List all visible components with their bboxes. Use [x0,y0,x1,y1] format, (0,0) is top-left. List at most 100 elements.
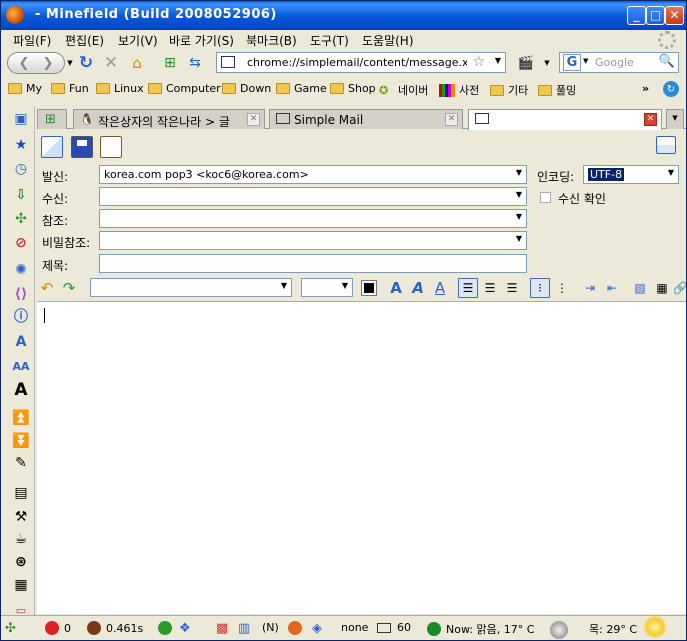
bookmark-my[interactable]: My [8,82,42,95]
extension-icon[interactable]: ◈ [312,621,322,636]
history-clock-icon[interactable]: ◷ [12,160,30,178]
weather-thursday[interactable]: 목: 29° C [589,621,637,637]
bold-a-icon[interactable]: A [386,278,406,298]
font-size-select[interactable]: ▼ [301,278,353,297]
check-status[interactable] [158,621,177,635]
history-dropdown-button[interactable]: ▼ [65,52,75,74]
forward-button[interactable]: ❯ [36,56,60,71]
tab-list-dropdown[interactable]: ▼ [666,109,684,129]
bookmark-shop[interactable]: Shop [330,82,376,95]
from-select[interactable]: korea.com pop3 <koc6@korea.com> ▼ [99,165,527,184]
subject-field[interactable] [99,254,527,273]
addons-status-icon[interactable]: ✣ [5,621,16,636]
sync-icon[interactable]: ⇆ [186,52,204,74]
bookmark-game[interactable]: Game [276,82,327,95]
reload-icon[interactable]: ↻ [77,52,95,74]
n-indicator[interactable]: (N) [262,621,279,634]
no-script-icon[interactable]: ⊘ [12,234,30,252]
undo-icon[interactable]: ↶ [37,278,57,298]
minimize-button[interactable]: _ [627,6,646,25]
to-field[interactable]: ▼ [99,187,527,206]
scroll-up-icon[interactable]: ⏫ [12,409,30,427]
mail-status[interactable]: 60 [377,621,411,634]
bullet-list-icon[interactable]: ⁝ [530,278,550,298]
scroll-down-icon[interactable]: ⏬ [12,432,30,450]
bookmark-other[interactable]: 기타 [490,82,528,98]
layout-toggle-icon[interactable] [656,136,676,154]
bookmark-naver[interactable]: ✪ 네이버 [379,82,428,98]
weather-cloudy-icon[interactable] [550,621,573,639]
download-icon[interactable]: ⇩ [12,186,30,204]
refresh-globe-icon[interactable]: ↻ [663,81,679,97]
code-tag-icon[interactable]: ⟨⟩ [12,285,30,303]
url-bar[interactable]: chrome://simplemail/content/message.xul?… [216,52,506,73]
menu-edit[interactable]: 편집(E) [65,32,104,49]
pen-icon[interactable]: ✎ [12,454,30,472]
bookmark-down[interactable]: Down [222,82,271,95]
sun-icon[interactable] [646,618,669,636]
tab-blog[interactable]: 🐧 작은상자의 작은나라 > 글 ✕ [73,109,265,129]
bookmark-star-sidebar-icon[interactable]: ★ [12,136,30,154]
home-icon[interactable]: ⌂ [128,52,146,74]
insert-link-icon[interactable]: 🔗 [674,278,686,298]
receipt-checkbox[interactable] [540,192,551,203]
monitor-icon[interactable]: ▦ [12,576,30,594]
menu-tools[interactable]: 도구(T) [310,32,349,49]
addons-puzzle-icon[interactable]: ✣ [12,210,30,228]
menu-bookmarks[interactable]: 북마크(B) [246,32,297,49]
clapper-dropdown-button[interactable]: ▼ [542,52,552,74]
bookmark-fun[interactable]: Fun [51,82,89,95]
bookmark-computer[interactable]: Computer [148,82,221,95]
weather-now[interactable]: Now: 맑음, 17° C [427,621,534,637]
firefox-status[interactable] [288,621,307,635]
menu-go[interactable]: 바로 가기(S) [169,32,234,49]
align-left-icon[interactable]: ☰ [458,278,478,298]
maximize-button[interactable]: □ [646,6,665,25]
save-icon[interactable] [71,136,93,158]
numbered-list-icon[interactable]: ⋮ [552,278,572,298]
align-right-icon[interactable]: ☰ [502,278,522,298]
coffee-icon[interactable]: ☕ [12,530,30,548]
font-family-select[interactable]: ▼ [90,278,292,297]
close-tab-icon[interactable]: ✕ [445,113,458,126]
bookmarks-overflow-chevron[interactable]: » [642,82,649,95]
close-window-button[interactable]: ✕ [665,6,684,25]
close-tab-icon[interactable]: ✕ [644,113,657,126]
indent-icon[interactable]: ⇥ [580,278,600,298]
screenshot-icon[interactable]: ▣ [12,110,30,128]
bookmark-pulming[interactable]: 풀밍 [538,82,576,98]
menu-help[interactable]: 도움말(H) [362,32,414,49]
font-a-blue-icon[interactable]: A [12,333,30,351]
insert-table-icon[interactable]: ▦ [652,278,672,298]
window-icon[interactable]: ▤ [12,484,30,502]
load-timer[interactable]: 0.461s [87,621,143,635]
italic-a-icon[interactable]: A [408,278,428,298]
align-center-icon[interactable]: ☰ [480,278,500,298]
search-box[interactable]: G ▼ Google 🔍 [559,52,679,73]
menu-file[interactable]: 파일(F) [13,32,51,49]
menu-view[interactable]: 보기(V) [118,32,158,49]
stop-icon[interactable]: ✕ [102,52,120,74]
proxy-status[interactable]: none [341,621,368,634]
back-button[interactable]: ❮ [12,56,36,71]
close-tab-icon[interactable]: ✕ [247,113,260,126]
engine-dropdown-icon[interactable]: ▼ [583,57,588,65]
compass-icon[interactable]: ⊛ [12,553,30,571]
url-dropdown-icon[interactable]: ▼ [495,56,501,65]
bookmark-linux[interactable]: Linux [96,82,144,95]
tab-simple-mail[interactable]: Simple Mail ✕ [269,109,463,129]
insert-image-icon[interactable]: ▧ [630,278,650,298]
bookmark-dictionary[interactable]: 사전 [439,82,479,98]
new-tab-button[interactable]: ⊞ [37,109,67,129]
error-count[interactable]: 0 [45,621,71,635]
text-color-button[interactable] [359,278,379,298]
gear-icon[interactable]: ✺ [12,261,30,279]
add-bookmark-icon[interactable]: ⊞ [161,52,179,74]
diamond-status-icon[interactable]: ❖ [179,621,191,636]
google-engine-icon[interactable]: G [563,54,581,71]
outdent-icon[interactable]: ⇤ [602,278,622,298]
underline-a-icon[interactable]: A [430,278,450,298]
rss-icon[interactable]: ▩ [216,621,228,636]
redo-icon[interactable]: ↷ [59,278,79,298]
tools-icon[interactable]: ⚒ [12,508,30,526]
